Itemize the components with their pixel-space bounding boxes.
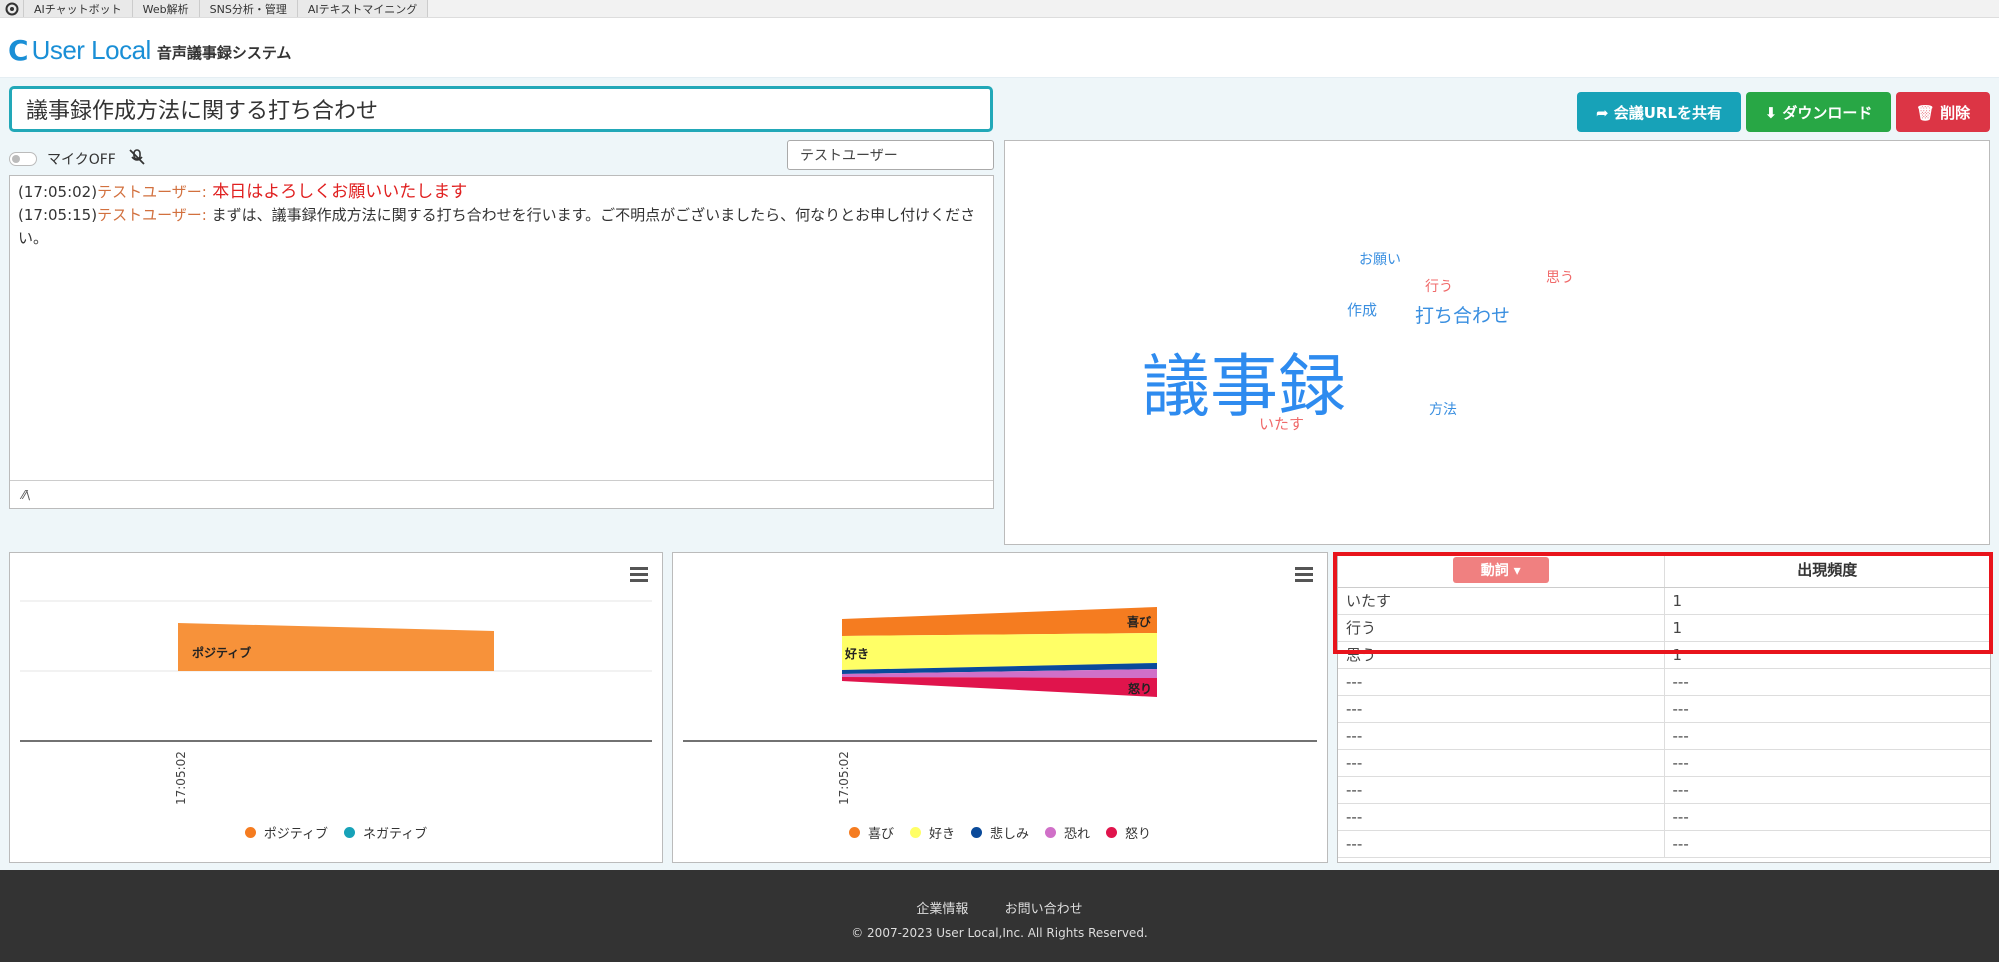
table-row: --- --- — [1338, 803, 1990, 831]
joy-area — [842, 607, 1157, 636]
legend-item-positive[interactable]: ポジティブ — [244, 823, 328, 842]
main-area: 議事録作成方法に関する打ち合わせ ➦ 会議URLを共有 ⬇ ダウンロード 🗑 削… — [0, 78, 1999, 870]
cloud-word[interactable]: いたす — [1259, 413, 1304, 434]
userlocal-mini-logo-icon[interactable] — [0, 0, 24, 17]
brand-name: User Local — [31, 35, 152, 65]
cloud-word[interactable]: 思う — [1546, 267, 1574, 287]
cloud-word[interactable]: お願い — [1359, 249, 1401, 269]
table-row: 行う 1 — [1338, 614, 1990, 642]
copyright: © 2007-2023 User Local,Inc. All Rights R… — [851, 926, 1148, 940]
page-bottom — [0, 962, 1999, 977]
emotion-legend: 喜び 好き 悲しみ 恐れ 怒り — [673, 823, 1327, 842]
top-tab-sns[interactable]: SNS分析・管理 — [199, 0, 298, 17]
transcript-line: (17:05:02)テストユーザー: 本日はよろしくお願いいたします — [18, 182, 468, 202]
cloud-word[interactable]: 方法 — [1429, 399, 1457, 419]
meeting-title-input[interactable]: 議事録作成方法に関する打ち合わせ — [9, 86, 993, 132]
table-row: --- --- — [1338, 695, 1990, 723]
footer-link-company[interactable]: 企業情報 — [916, 902, 968, 917]
legend-item-joy[interactable]: 喜び — [848, 823, 894, 842]
download-button[interactable]: ⬇ ダウンロード — [1746, 92, 1891, 132]
top-tab-chatbot[interactable]: AIチャットボット — [24, 0, 133, 17]
word-frequency-table: 動詞 ▾ 出現頻度 いたす 1 行う 1 思う 1 --- --- --- --- ---… — [1338, 553, 1990, 858]
word-frequency-panel: 動詞 ▾ 出現頻度 いたす 1 行う 1 思う 1 --- --- --- --- ---… — [1337, 552, 1991, 863]
emotion-chart-panel: 喜び 好き 怒り 17:05:02 喜び 好き 悲しみ 恐れ 怒り — [672, 552, 1328, 863]
legend-dot — [909, 827, 921, 838]
table-row: 思う 1 — [1338, 641, 1990, 669]
legend-dot — [244, 827, 256, 838]
table-row: --- --- — [1338, 668, 1990, 696]
mic-toggle[interactable] — [9, 152, 37, 166]
sentiment-legend: ポジティブ ネガティブ — [10, 823, 662, 842]
legend-item-negative[interactable]: ネガティブ — [344, 823, 427, 842]
speaker-select[interactable]: テストユーザー — [787, 140, 994, 170]
userlocal-logo[interactable]: C User Local 音声議事録システム — [8, 34, 291, 67]
like-band-label: 好き — [844, 646, 869, 661]
delete-button[interactable]: 🗑 削除 — [1896, 92, 1990, 132]
resize-handle[interactable]: ⁄⁄\ — [10, 480, 993, 508]
legend-dot — [848, 827, 860, 838]
top-tab-web-analytics[interactable]: Web解析 — [132, 0, 200, 17]
legend-dot — [344, 827, 355, 838]
footer-links: 企業情報 お問い合わせ — [0, 898, 1999, 917]
top-tab-text-mining[interactable]: AIテキストマイニング — [297, 0, 429, 17]
legend-dot — [1106, 827, 1118, 838]
legend-item-fear[interactable]: 恐れ — [1045, 823, 1090, 842]
joy-band-label: 喜び — [1127, 614, 1152, 629]
mic-status-label: マイクOFF — [47, 152, 116, 168]
positive-band-label: ポジティブ — [192, 645, 251, 660]
emotion-chart: 喜び 好き 怒り — [683, 607, 1317, 742]
legend-item-sadness[interactable]: 悲しみ — [970, 823, 1029, 842]
transcript-line: (17:05:15)テストユーザー: まずは、議事録作成方法に関する打ち合わせを… — [18, 206, 976, 247]
cloud-word[interactable]: 作成 — [1347, 299, 1377, 320]
anger-area — [842, 677, 1157, 697]
mic-off-icon — [128, 148, 146, 170]
top-product-strip: AIチャットボット Web解析 SNS分析・管理 AIテキストマイニング — [0, 0, 1999, 18]
frequency-header: 出現頻度 — [1663, 553, 1990, 588]
word-cloud-panel: お願い 行う 思う 作成 打ち合わせ 議事録 方法 いたす — [1004, 140, 1990, 545]
table-row: --- --- — [1338, 776, 1990, 804]
cloud-word[interactable]: 議事録 — [1142, 331, 1346, 430]
sentiment-chart-panel: ポジティブ 17:05:02 ポジティブ ネガティブ — [9, 552, 663, 863]
legend-item-anger[interactable]: 怒り — [1106, 823, 1151, 842]
table-row: --- --- — [1338, 722, 1990, 750]
cloud-word[interactable]: 打ち合わせ — [1415, 301, 1510, 328]
mic-control: マイクOFF — [9, 148, 146, 170]
x-tick-label: 17:05:02 — [837, 751, 851, 805]
footer-link-contact[interactable]: お問い合わせ — [1005, 902, 1083, 917]
app-subtitle: 音声議事録システム — [156, 44, 292, 62]
legend-item-like[interactable]: 好き — [909, 823, 955, 842]
share-url-button[interactable]: ➦ 会議URLを共有 — [1577, 92, 1741, 132]
anger-band-label: 怒り — [1128, 681, 1152, 696]
legend-dot — [970, 827, 982, 838]
footer: 企業情報 お問い合わせ © 2007-2023 User Local,Inc. … — [0, 870, 1999, 962]
sentiment-chart: ポジティブ — [20, 600, 652, 742]
x-tick-label: 17:05:02 — [174, 751, 188, 805]
legend-dot — [1045, 827, 1056, 838]
userlocal-logo-mark: C — [8, 34, 29, 67]
table-row: --- --- — [1338, 830, 1990, 858]
table-row: --- --- — [1338, 749, 1990, 777]
cloud-word[interactable]: 行う — [1425, 276, 1453, 296]
brand-header: C User Local 音声議事録システム — [0, 18, 1999, 78]
transcript-box[interactable]: (17:05:02)テストユーザー: 本日はよろしくお願いいたします (17:0… — [9, 175, 994, 509]
table-row: いたす 1 — [1338, 587, 1990, 615]
part-of-speech-dropdown[interactable]: 動詞 ▾ — [1452, 556, 1549, 583]
